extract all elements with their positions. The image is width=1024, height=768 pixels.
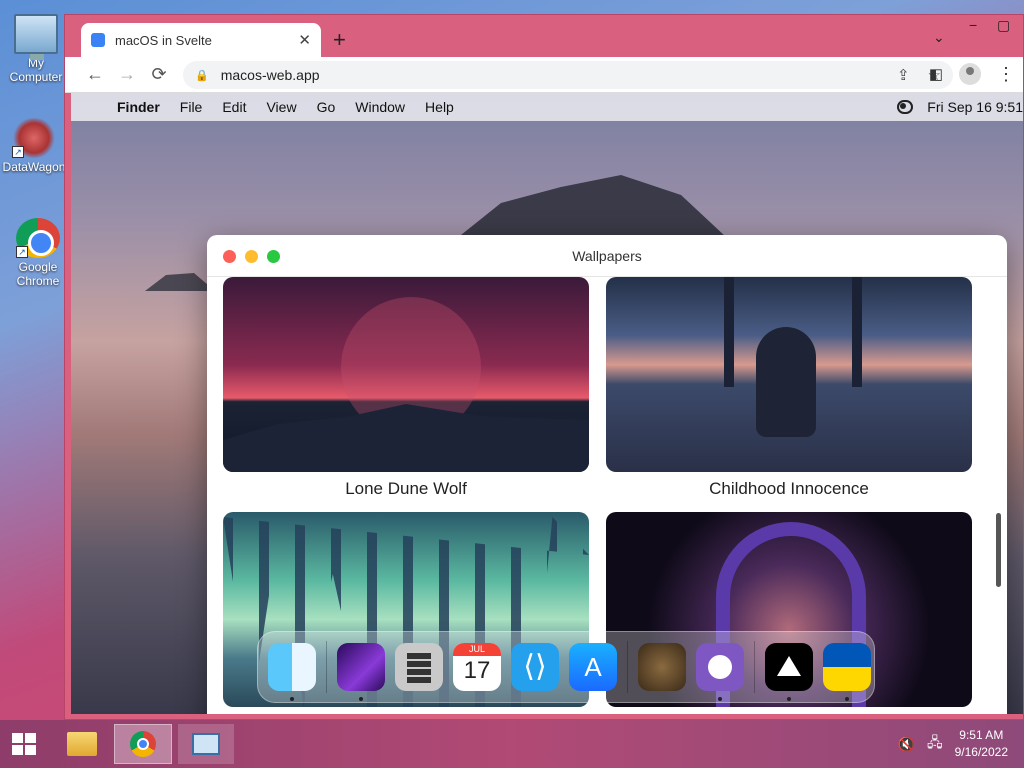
tab-strip: macOS in Svelte ✕ + ⌄ − ▢ xyxy=(65,15,1023,57)
forward-button[interactable]: → xyxy=(111,64,143,85)
profile-avatar[interactable] xyxy=(959,63,981,85)
control-center-icon[interactable] xyxy=(897,100,914,114)
tab-close-button[interactable]: ✕ xyxy=(298,31,311,49)
menu-app-finder[interactable]: Finder xyxy=(117,99,160,115)
tab-search-button[interactable]: ⌄ xyxy=(933,29,945,46)
menu-window[interactable]: Window xyxy=(355,99,405,115)
tab-title: macOS in Svelte xyxy=(115,32,212,48)
taskbar-file-explorer[interactable] xyxy=(58,724,106,764)
wallpaper-art xyxy=(756,327,816,437)
dock-vscode-icon[interactable]: ⟨⟩ xyxy=(511,643,559,691)
macos-desktop: Finder File Edit View Go Window Help Fri… xyxy=(71,93,1023,714)
volume-muted-icon[interactable]: 🔇 xyxy=(898,736,915,753)
dock-separator xyxy=(627,641,628,693)
tab-macos-in-svelte[interactable]: macOS in Svelte ✕ xyxy=(81,23,321,57)
browser-toolbar: ← → ⟳ 🔒 macos-web.app ⇪ ☆ ◧ ⋮ xyxy=(65,57,1023,93)
lock-icon: 🔒 xyxy=(195,69,209,82)
wallpaper-lone-dune-wolf[interactable] xyxy=(223,277,589,472)
favicon-icon xyxy=(91,33,105,47)
network-icon[interactable]: 🖧 xyxy=(927,732,943,756)
window-titlebar[interactable]: Wallpapers xyxy=(207,235,1007,277)
desktop-icon-label: DataWagon xyxy=(2,160,66,174)
menubar-clock[interactable]: Fri Sep 16 9:51 xyxy=(927,99,1023,115)
running-indicator xyxy=(290,697,294,701)
windows-taskbar: 🔇 🖧 9:51 AM 9/16/2022 xyxy=(0,720,1024,768)
clock-time: 9:51 AM xyxy=(959,728,1004,742)
computer-icon xyxy=(14,14,58,60)
menu-help[interactable]: Help xyxy=(425,99,454,115)
running-indicator xyxy=(359,697,363,701)
running-indicator xyxy=(718,697,722,701)
chrome-icon: ↗ xyxy=(16,218,60,258)
minimize-button[interactable]: − xyxy=(969,17,977,33)
desktop-icon-datawagon[interactable]: ↗ DataWagon xyxy=(2,118,66,174)
chrome-icon xyxy=(130,731,156,757)
running-indicator xyxy=(845,697,849,701)
maximize-button[interactable]: ▢ xyxy=(997,17,1010,34)
dock-appstore-icon[interactable]: A xyxy=(569,643,617,691)
start-button[interactable] xyxy=(0,724,48,764)
url-text: macos-web.app xyxy=(220,67,320,83)
shortcut-arrow-icon: ↗ xyxy=(16,246,28,258)
desktop-icon-label: Google Chrome xyxy=(16,260,60,288)
wallpaper-label: Lone Dune Wolf xyxy=(345,479,467,498)
desktop-icon-label: My Computer xyxy=(9,56,63,84)
reload-button[interactable]: ⟳ xyxy=(143,64,175,85)
datawagon-icon: ↗ xyxy=(12,118,56,158)
dock-separator xyxy=(326,641,327,693)
menubar-status: Fri Sep 16 9:51 xyxy=(897,93,1023,121)
menu-view[interactable]: View xyxy=(266,99,296,115)
toolbar-right: ◧ ⋮ xyxy=(929,63,1015,85)
clock-date: 9/16/2022 xyxy=(954,745,1008,759)
dock-github-icon[interactable] xyxy=(696,643,744,701)
running-indicator xyxy=(787,697,791,701)
calendar-day: 17 xyxy=(463,657,491,684)
dock-separator xyxy=(754,641,755,693)
menu-file[interactable]: File xyxy=(180,99,203,115)
new-tab-button[interactable]: + xyxy=(333,27,346,53)
dock-calculator-icon[interactable] xyxy=(395,643,443,691)
share-icon[interactable]: ⇪ xyxy=(897,66,910,84)
shortcut-arrow-icon: ↗ xyxy=(12,146,24,158)
mac-dock: JUL 17 ⟨⟩ A xyxy=(257,631,875,703)
chrome-window: macOS in Svelte ✕ + ⌄ − ▢ ← → ⟳ 🔒 macos-… xyxy=(64,14,1024,720)
dock-vercel-icon[interactable] xyxy=(765,643,813,701)
dock-finder-icon[interactable] xyxy=(268,643,316,701)
wallpaper-childhood-innocence[interactable] xyxy=(606,277,972,472)
folder-icon xyxy=(67,732,97,756)
window-scrollbar[interactable] xyxy=(996,513,1001,587)
minimize-window-button[interactable] xyxy=(245,250,258,263)
menu-go[interactable]: Go xyxy=(317,99,336,115)
calendar-month: JUL xyxy=(453,643,501,656)
mac-menubar: Finder File Edit View Go Window Help Fri… xyxy=(71,93,1023,121)
dock-calendar-icon[interactable]: JUL 17 xyxy=(453,643,501,691)
desktop-icon-my-computer[interactable]: My Computer xyxy=(4,14,68,84)
taskbar-clock[interactable]: 9:51 AM 9/16/2022 xyxy=(955,727,1008,761)
wallpaper-label: Childhood Innocence xyxy=(709,479,869,498)
wallpaper-island xyxy=(145,273,215,291)
menu-edit[interactable]: Edit xyxy=(222,99,246,115)
menu-kebab-icon[interactable]: ⋮ xyxy=(997,64,1015,85)
dock-cat-icon[interactable] xyxy=(638,643,686,691)
windows-logo-icon xyxy=(12,733,36,755)
address-bar[interactable]: 🔒 macos-web.app ⇪ ☆ xyxy=(183,61,953,89)
back-button[interactable]: ← xyxy=(79,64,111,85)
close-window-button[interactable] xyxy=(223,250,236,263)
desktop-icon-google-chrome[interactable]: ↗ Google Chrome xyxy=(6,218,70,288)
wallpaper-art xyxy=(223,404,589,472)
zoom-window-button[interactable] xyxy=(267,250,280,263)
taskbar-chrome[interactable] xyxy=(114,724,172,764)
system-tray: 🔇 🖧 9:51 AM 9/16/2022 xyxy=(898,720,1008,768)
dock-wallpapers-icon[interactable] xyxy=(337,643,385,701)
remote-desktop-icon xyxy=(192,733,220,755)
side-panel-icon[interactable]: ◧ xyxy=(929,65,943,83)
dock-ukraine-icon[interactable] xyxy=(823,643,871,701)
taskbar-remote-desktop[interactable] xyxy=(178,724,234,764)
window-title: Wallpapers xyxy=(572,247,642,264)
